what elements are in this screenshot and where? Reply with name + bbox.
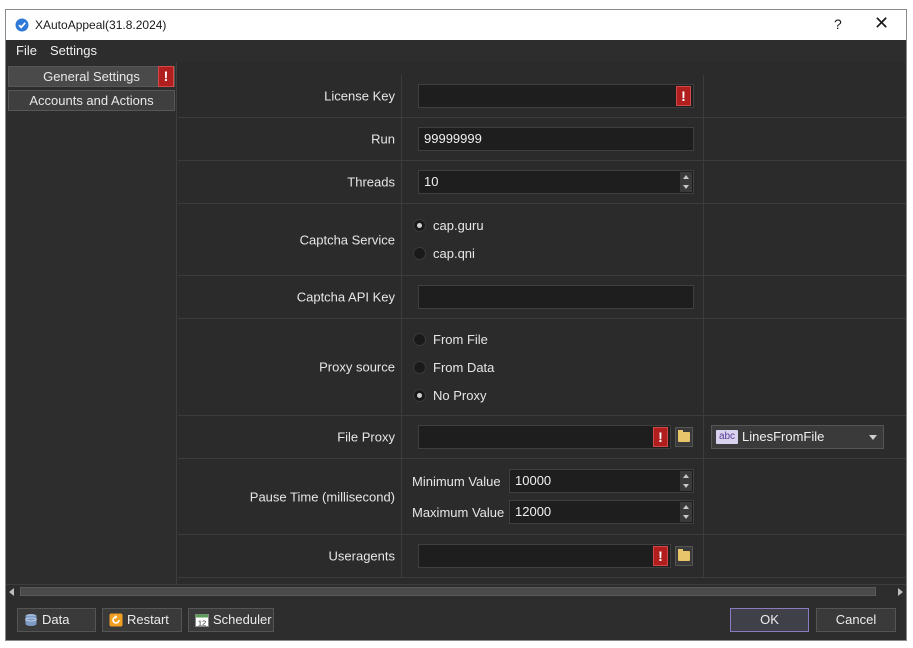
cancel-button[interactable]: Cancel: [816, 608, 896, 632]
row-captcha-service: Captcha Service cap.guru cap.qni: [178, 204, 906, 276]
spin-arrows-icon[interactable]: [680, 502, 692, 522]
minimum-value-spinbox[interactable]: 10000: [509, 469, 694, 493]
folder-icon: [678, 430, 690, 442]
abc-text-icon: abc: [716, 430, 738, 444]
radio-unselected-icon: [413, 361, 426, 374]
row-license-key: License Key !: [178, 75, 906, 118]
row-threads: Threads 10: [178, 161, 906, 204]
title-bar: XAutoAppeal(31.8.2024) ? ✕: [6, 10, 906, 40]
radio-from-file[interactable]: From File: [413, 332, 488, 347]
settings-grid: License Key ! Run 99999999 Threads 10 Ca…: [178, 62, 906, 584]
restart-button[interactable]: Restart: [102, 608, 182, 632]
sidebar-item-general-settings[interactable]: General Settings !: [8, 66, 175, 87]
useragents-input[interactable]: !: [418, 544, 671, 568]
row-file-proxy: File Proxy ! abc LinesFromFile: [178, 416, 906, 459]
radio-cap-qni[interactable]: cap.qni: [413, 246, 475, 261]
restart-icon: [109, 613, 123, 627]
proxy-source-label: Proxy source: [319, 359, 395, 375]
calendar-day: 12: [198, 618, 206, 627]
database-icon: [25, 614, 37, 626]
minimum-value-label: Minimum Value: [412, 474, 501, 489]
radio-selected-icon: [413, 389, 426, 402]
captcha-service-label: Captcha Service: [299, 232, 395, 247]
window-title: XAutoAppeal(31.8.2024): [35, 18, 167, 32]
useragents-label: Useragents: [328, 548, 395, 564]
warning-icon: !: [653, 427, 668, 447]
row-pause-time: Pause Time (millisecond) Minimum Value 1…: [178, 459, 906, 535]
maximum-value-spinbox[interactable]: 12000: [509, 500, 694, 524]
help-button[interactable]: ?: [834, 16, 842, 32]
warning-icon: !: [676, 86, 691, 106]
captcha-api-key-input[interactable]: [418, 285, 694, 309]
warning-icon: !: [653, 546, 668, 566]
spin-arrows-icon[interactable]: [680, 471, 692, 491]
spin-arrows-icon[interactable]: [680, 172, 692, 192]
captcha-api-key-label: Captcha API Key: [296, 289, 395, 305]
scrollbar-thumb[interactable]: [20, 587, 876, 596]
file-proxy-input[interactable]: !: [418, 425, 671, 449]
folder-icon: [678, 549, 690, 561]
radio-no-proxy[interactable]: No Proxy: [413, 388, 486, 403]
run-input[interactable]: 99999999: [418, 127, 694, 151]
menu-file[interactable]: File: [16, 43, 37, 58]
row-useragents: Useragents !: [178, 535, 906, 578]
sidebar: General Settings ! Accounts and Actions: [6, 62, 177, 584]
radio-from-data[interactable]: From Data: [413, 360, 494, 375]
browse-folder-button[interactable]: [675, 427, 693, 447]
radio-cap-guru[interactable]: cap.guru: [413, 218, 484, 233]
threads-label: Threads: [347, 174, 395, 190]
menu-settings[interactable]: Settings: [50, 43, 97, 58]
data-button[interactable]: Data: [17, 608, 96, 632]
row-proxy-source: Proxy source From File From Data No Prox…: [178, 319, 906, 416]
pause-time-label: Pause Time (millisecond): [249, 489, 395, 504]
browse-folder-button[interactable]: [675, 546, 693, 566]
radio-unselected-icon: [413, 333, 426, 346]
license-key-input[interactable]: !: [418, 84, 694, 108]
scroll-left-icon[interactable]: [9, 588, 14, 596]
app-window: XAutoAppeal(31.8.2024) ? ✕ File Settings…: [5, 9, 907, 641]
warning-icon: !: [158, 66, 174, 87]
footer-bar: Data Restart 12 Scheduler OK Cancel: [6, 599, 906, 640]
file-proxy-label: File Proxy: [337, 429, 395, 445]
scroll-right-icon[interactable]: [898, 588, 903, 596]
app-badge-icon: [15, 18, 29, 32]
file-proxy-mode-dropdown[interactable]: abc LinesFromFile: [711, 425, 884, 449]
sidebar-item-label: General Settings: [43, 69, 140, 84]
radio-unselected-icon: [413, 247, 426, 260]
calendar-icon: 12: [195, 614, 209, 627]
close-button[interactable]: ✕: [874, 13, 889, 34]
run-label: Run: [371, 131, 395, 147]
sidebar-item-accounts-and-actions[interactable]: Accounts and Actions: [8, 90, 175, 111]
row-run: Run 99999999: [178, 118, 906, 161]
scheduler-button[interactable]: 12 Scheduler: [188, 608, 274, 632]
license-key-label: License Key: [324, 88, 395, 104]
ok-button[interactable]: OK: [730, 608, 809, 632]
radio-selected-icon: [413, 219, 426, 232]
chevron-down-icon: [869, 435, 877, 440]
row-captcha-api-key: Captcha API Key: [178, 276, 906, 319]
threads-spinbox[interactable]: 10: [418, 170, 694, 194]
menu-bar: File Settings: [6, 40, 906, 62]
maximum-value-label: Maximum Value: [412, 505, 505, 520]
sidebar-item-label: Accounts and Actions: [29, 93, 154, 108]
horizontal-scrollbar[interactable]: [6, 584, 906, 598]
